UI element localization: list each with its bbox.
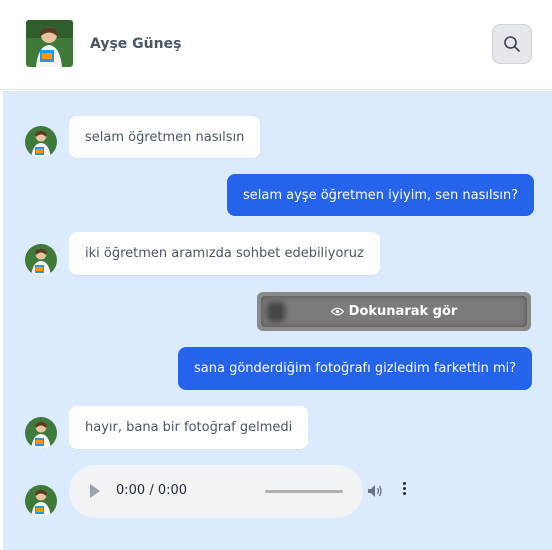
- message-text: hayır, bana bir fotoğraf gelmedi: [85, 420, 293, 435]
- tap-to-view-label: Dokunarak gör: [348, 304, 458, 319]
- sender-avatar: [25, 244, 57, 276]
- sender-avatar: [25, 485, 57, 517]
- search-button[interactable]: [492, 24, 532, 64]
- message-text: selam ayşe öğretmen iyiyim, sen nasılsın…: [243, 187, 519, 203]
- sender-avatar: [25, 417, 57, 449]
- eye-icon: [330, 307, 344, 316]
- message-bubble[interactable]: selam öğretmen nasılsın: [69, 116, 261, 158]
- message-bubble[interactable]: iki öğretmen aramızda sohbet edebiliyoru…: [69, 232, 380, 275]
- message-text: selam öğretmen nasılsın: [85, 129, 245, 145]
- audio-player[interactable]: 0:00 / 0:00: [69, 465, 406, 518]
- chat-header: Ayşe Güneş: [0, 0, 552, 90]
- message-text: sana gönderdiğim fotoğrafı gizledim fark…: [194, 361, 517, 376]
- message-bubble[interactable]: sana gönderdiğim fotoğrafı gizledim fark…: [178, 347, 533, 390]
- sender-avatar: [25, 126, 57, 158]
- contact-name: Ayşe Güneş: [90, 36, 182, 52]
- contact-avatar[interactable]: [26, 20, 73, 67]
- message-bubble[interactable]: hayır, bana bir fotoğraf gelmedi: [69, 406, 309, 449]
- more-options-icon[interactable]: [403, 482, 406, 495]
- search-icon: [504, 36, 520, 52]
- play-icon[interactable]: [90, 484, 100, 498]
- message-bubble[interactable]: selam ayşe öğretmen iyiyim, sen nasılsın…: [227, 174, 535, 216]
- tap-to-view-button[interactable]: Dokunarak gör: [330, 304, 458, 319]
- audio-time: 0:00 / 0:00: [116, 483, 188, 498]
- hidden-photo-message[interactable]: Dokunarak gör: [257, 292, 531, 331]
- audio-progress-slider[interactable]: [265, 490, 343, 493]
- message-text: iki öğretmen aramızda sohbet edebiliyoru…: [85, 246, 364, 261]
- volume-icon[interactable]: [366, 482, 384, 500]
- blurred-image: [267, 302, 285, 322]
